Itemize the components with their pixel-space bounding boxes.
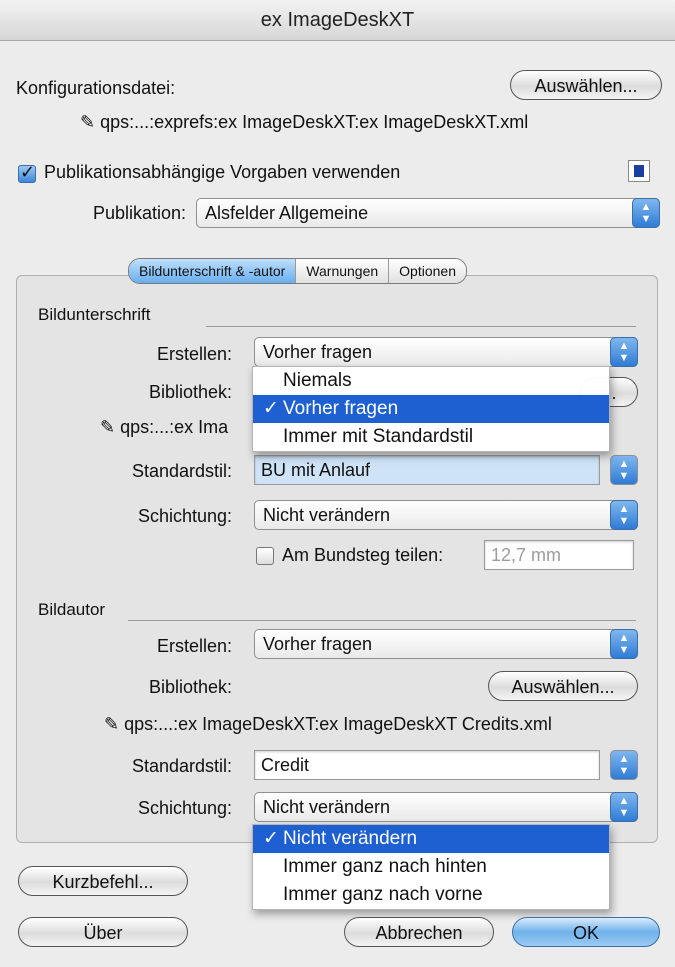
author-library-label: Bibliothek: — [148, 677, 232, 697]
config-file-label: Konfigurationsdatei: — [16, 78, 176, 98]
pencil-icon: ✎ — [80, 112, 96, 132]
ok-button[interactable]: OK — [512, 917, 660, 947]
split-gutter-field[interactable]: 12,7 mm — [484, 540, 634, 570]
caption-heading: Bildunterschrift — [38, 305, 151, 324]
author-divider — [128, 620, 636, 621]
menu-item-ganz-nach-vorne[interactable]: Immer ganz nach vorne — [253, 881, 609, 909]
split-gutter-checkbox[interactable] — [256, 547, 274, 565]
caption-layer-popup[interactable]: Nicht verändern ▲ ▼ — [254, 500, 638, 530]
publication-label: Publikation: — [92, 203, 186, 223]
author-path: qps:...:ex ImageDeskXT:ex ImageDeskXT Cr… — [124, 714, 552, 734]
author-layer-menu: ✓ Nicht verändern Immer ganz nach hinten … — [252, 824, 610, 910]
caption-create-menu: Niemals ✓ Vorher fragen Immer mit Standar… — [252, 366, 610, 452]
tab-caption-author[interactable]: Bildunterschrift & -autor — [129, 259, 296, 283]
caption-style-field[interactable]: BU mit Anlauf — [254, 455, 600, 485]
tab-options[interactable]: Optionen — [388, 259, 466, 283]
popup-arrows-icon: ▲ ▼ — [632, 198, 660, 228]
author-create-value: Vorher fragen — [263, 634, 373, 654]
caption-create-label: Erstellen: — [156, 344, 232, 364]
config-choose-button[interactable]: Auswählen... — [510, 70, 662, 100]
menu-item-ganz-nach-hinten[interactable]: Immer ganz nach hinten — [253, 853, 609, 881]
publication-value: Alsfelder Allgemeine — [205, 203, 369, 223]
publication-popup[interactable]: Alsfelder Allgemeine ▲ ▼ — [196, 198, 660, 228]
author-layer-label: Schichtung: — [137, 798, 232, 818]
caption-create-popup[interactable]: Vorher fragen ▲ ▼ — [254, 337, 638, 367]
popup-arrows-icon: ▲ ▼ — [610, 337, 638, 367]
pencil-icon: ✎ — [100, 417, 116, 437]
caption-path-row: ✎ qps:...:ex Ima — [100, 417, 228, 438]
caption-layer-value: Nicht verändern — [263, 505, 391, 525]
menu-item-nicht-veraendern[interactable]: ✓ Nicht verändern — [253, 825, 609, 853]
popup-arrows-icon: ▲ ▼ — [610, 500, 638, 530]
checkmark-icon: ✓ — [263, 828, 279, 849]
caption-path: qps:...:ex Ima — [120, 417, 229, 437]
publication-defaults-checkbox[interactable] — [18, 162, 36, 183]
author-style-stepper[interactable]: ▲ ▼ — [610, 750, 638, 780]
cancel-button[interactable]: Abbrechen — [344, 917, 494, 947]
author-create-popup[interactable]: Vorher fragen ▲ ▼ — [254, 629, 638, 659]
pencil-icon: ✎ — [104, 714, 120, 734]
author-layer-value: Nicht verändern — [263, 797, 391, 817]
caption-style-label: Standardstil: — [131, 461, 232, 481]
author-layer-popup[interactable]: Nicht verändern ▲ ▼ — [254, 792, 638, 822]
author-path-row: ✎ qps:...:ex ImageDeskXT:ex ImageDeskXT … — [104, 714, 552, 735]
caption-library-label: Bibliothek: — [148, 382, 232, 402]
menu-item-niemals[interactable]: Niemals — [253, 367, 609, 395]
document-icon-button[interactable] — [628, 160, 650, 182]
window-title: ex ImageDeskXT — [0, 0, 675, 41]
author-heading: Bildautor — [38, 600, 106, 619]
author-create-label: Erstellen: — [156, 636, 232, 656]
caption-style-stepper[interactable]: ▲ ▼ — [610, 455, 638, 485]
author-style-label: Standardstil: — [131, 756, 232, 776]
author-library-choose-button[interactable]: Auswählen... — [488, 671, 638, 701]
caption-layer-label: Schichtung: — [137, 506, 232, 526]
popup-arrows-icon: ▲ ▼ — [610, 629, 638, 659]
shortcut-button[interactable]: Kurzbefehl... — [18, 866, 188, 896]
tab-warnings[interactable]: Warnungen — [295, 259, 389, 283]
tab-bar: Bildunterschrift & -autor Warnungen Opti… — [128, 258, 467, 284]
caption-divider — [206, 326, 636, 327]
popup-arrows-icon: ▲ ▼ — [610, 792, 638, 822]
config-path-row: ✎ qps:...:exprefs:ex ImageDeskXT:ex Imag… — [80, 112, 528, 133]
split-gutter-label: Am Bundsteg teilen: — [282, 545, 444, 565]
menu-item-immer-standardstil[interactable]: Immer mit Standardstil — [253, 423, 609, 451]
about-button[interactable]: Über — [18, 917, 188, 947]
menu-item-vorher-fragen[interactable]: ✓ Vorher fragen — [253, 395, 609, 423]
publication-defaults-label: Publikationsabhängige Vorgaben verwenden — [44, 162, 401, 182]
config-path: qps:...:exprefs:ex ImageDeskXT:ex ImageD… — [100, 112, 529, 132]
checkmark-icon: ✓ — [263, 398, 279, 419]
author-style-field[interactable]: Credit — [254, 750, 600, 780]
caption-create-value: Vorher fragen — [263, 342, 373, 362]
